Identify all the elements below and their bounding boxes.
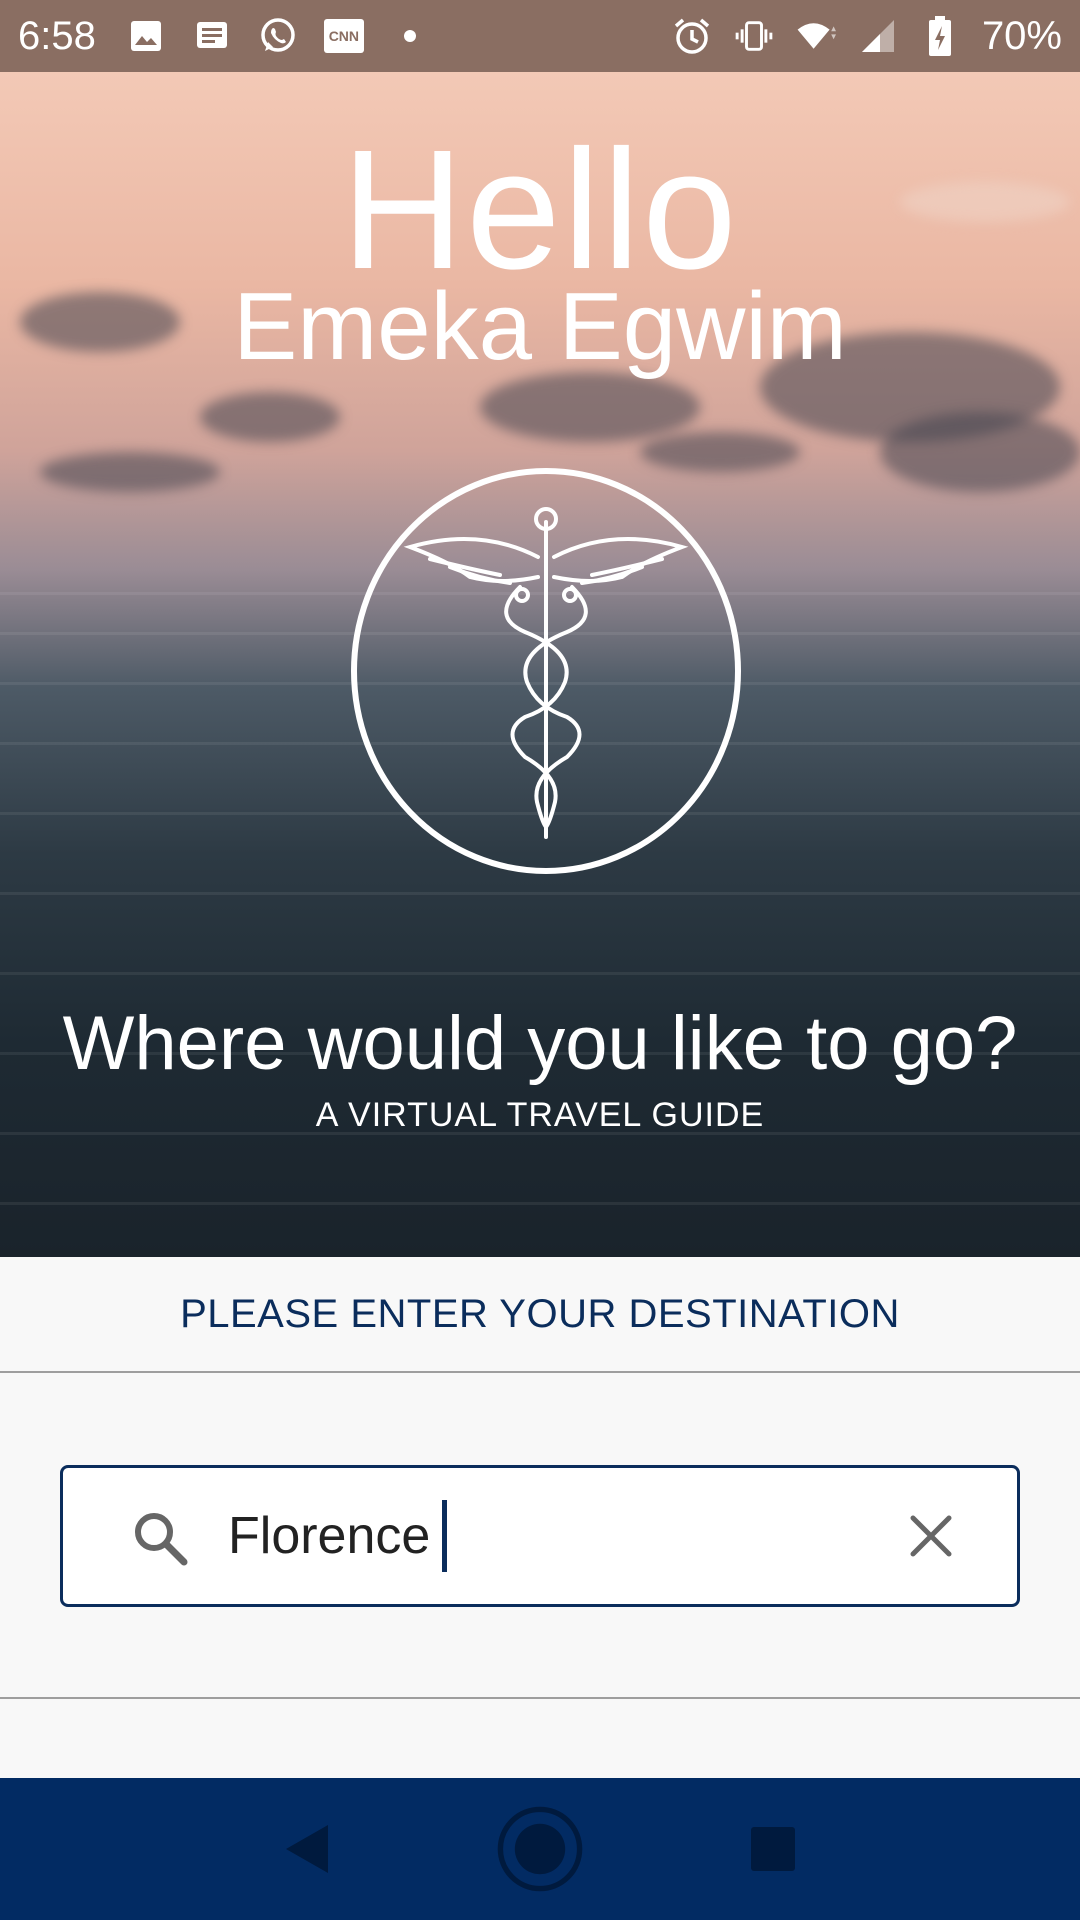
- destination-label: PLEASE ENTER YOUR DESTINATION: [180, 1291, 900, 1336]
- alarm-icon: [672, 16, 712, 56]
- search-input-value-wrapper[interactable]: Florence: [228, 1468, 448, 1604]
- destination-question: Where would you like to go?: [62, 1001, 1018, 1086]
- home-icon[interactable]: [495, 1804, 585, 1894]
- recents-icon[interactable]: [728, 1804, 818, 1894]
- cnn-label: CNN: [323, 19, 364, 53]
- cnn-icon: CNN: [323, 16, 364, 56]
- destination-search-input[interactable]: Florence: [60, 1465, 1020, 1607]
- wifi-icon: [796, 16, 836, 56]
- hero-banner: Hello Emeka Egwim Where would you like t…: [0, 72, 1080, 1257]
- destination-label-bar: PLEASE ENTER YOUR DESTINATION: [0, 1257, 1080, 1373]
- message-icon: [192, 16, 232, 56]
- app-subtitle: A VIRTUAL TRAVEL GUIDE: [315, 1096, 765, 1134]
- battery-percent: 70%: [981, 13, 1062, 58]
- dot-icon: [390, 16, 430, 56]
- system-icons: 70%: [672, 14, 1062, 59]
- back-icon[interactable]: [262, 1804, 352, 1894]
- status-bar: 6:58 CNN 70%: [0, 0, 1080, 72]
- close-icon[interactable]: [903, 1508, 959, 1564]
- status-time: 6:58: [18, 13, 96, 58]
- signal-icon: [858, 16, 898, 56]
- notification-icons: CNN: [126, 16, 430, 56]
- search-input-value[interactable]: Florence: [228, 1506, 430, 1566]
- search-area: Florence: [0, 1373, 1080, 1699]
- search-icon[interactable]: [128, 1506, 192, 1570]
- image-icon: [126, 16, 166, 56]
- vibrate-icon: [734, 16, 774, 56]
- user-name: Emeka Egwim: [233, 273, 847, 380]
- text-cursor: [442, 1500, 448, 1572]
- whatsapp-icon: [258, 16, 298, 56]
- caduceus-icon: [351, 468, 741, 874]
- battery-icon: [920, 16, 960, 56]
- system-nav-bar: [0, 1778, 1080, 1920]
